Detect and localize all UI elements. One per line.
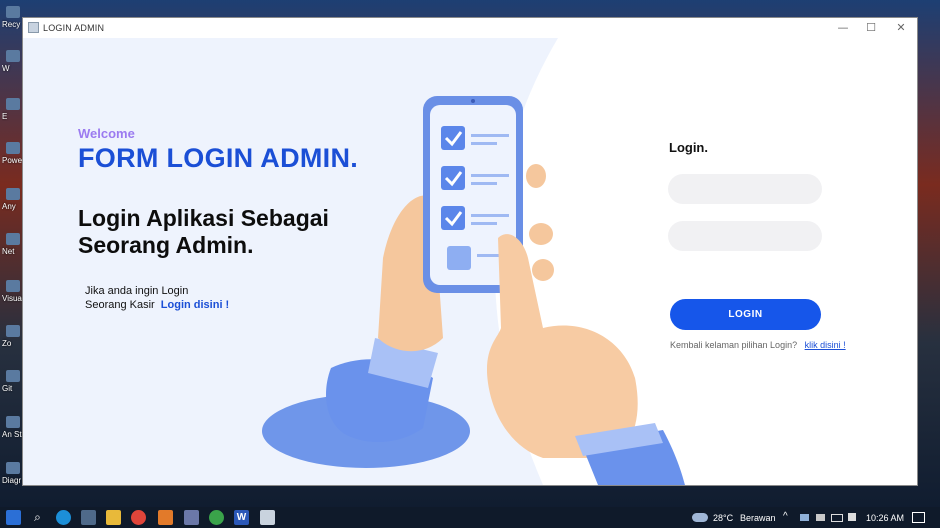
app-icon [6, 142, 20, 154]
window-title: LOGIN ADMIN [43, 23, 105, 33]
login-heading: Login. [669, 140, 708, 155]
recycle-bin-icon [6, 6, 20, 18]
maximize-button[interactable]: ☐ [857, 20, 885, 36]
kasir-line-2: Seorang Kasir Login disini ! [85, 298, 229, 312]
edge-icon[interactable] [56, 510, 71, 525]
chevron-up-icon[interactable]: ^ [783, 511, 788, 522]
desktop-icon-visual[interactable]: Visua C [2, 280, 24, 303]
password-input[interactable] [668, 221, 822, 251]
login-admin-window: LOGIN ADMIN — ☐ ✕ Welcome FORM LOGIN ADM… [23, 18, 917, 485]
desktop-icon-e[interactable]: E [2, 98, 24, 121]
clock[interactable]: 10:26 AM [866, 513, 904, 523]
app-icon[interactable] [184, 510, 199, 525]
java-app-icon [28, 22, 39, 33]
tray-app-icon[interactable] [800, 514, 809, 521]
form-title: FORM LOGIN ADMIN. [78, 143, 359, 173]
store-icon[interactable] [81, 510, 96, 525]
desktop-icon-git[interactable]: Git [2, 370, 24, 393]
volume-icon[interactable] [848, 513, 856, 521]
battery-icon[interactable] [831, 514, 843, 522]
subtitle: Login Aplikasi Sebagai Seorang Admin. [78, 205, 378, 259]
desktop-icon-an[interactable]: An St [2, 416, 24, 439]
kasir-line-2-text: Seorang Kasir [85, 299, 155, 311]
app-icon [6, 50, 20, 62]
kasir-login-link[interactable]: Login disini ! [161, 299, 229, 311]
xampp-icon[interactable] [158, 510, 173, 525]
file-explorer-icon[interactable] [106, 510, 121, 525]
desktop-icon-w[interactable]: W [2, 50, 24, 73]
app-icon [6, 233, 20, 245]
app-icon [6, 280, 20, 292]
username-input[interactable] [668, 174, 822, 204]
windows-start-icon[interactable] [6, 510, 21, 525]
app-icon [6, 462, 20, 474]
subtitle-line-2: Seorang Admin. [78, 232, 254, 258]
desktop-icon-diagr[interactable]: Diagr [2, 462, 24, 485]
kasir-login-prompt: Jika anda ingin Login Seorang Kasir Logi… [85, 284, 229, 312]
app-icon [6, 370, 20, 382]
kasir-line-1: Jika anda ingin Login [85, 285, 189, 297]
desktop-icon-recycle[interactable]: Recy [2, 6, 24, 29]
wifi-icon[interactable] [816, 514, 825, 521]
app-icon [6, 188, 20, 200]
app-icon [6, 416, 20, 428]
minimize-button[interactable]: — [829, 20, 857, 36]
chrome-icon-2[interactable] [209, 510, 224, 525]
word-icon[interactable]: W [234, 510, 249, 525]
close-button[interactable]: ✕ [887, 20, 915, 36]
taskbar: ⌕ W 28°C Berawan ^ 10:26 AM [0, 507, 940, 528]
right-hand [486, 234, 638, 458]
app-icon [6, 98, 20, 110]
weather-temp[interactable]: 28°C [713, 513, 733, 523]
desktop-icon-powe[interactable]: Powe [2, 142, 24, 165]
back-text: Kembali kelaman pilihan Login? [670, 340, 798, 350]
background-illustration [23, 38, 685, 485]
cloud-weather-icon [692, 513, 708, 522]
welcome-label: Welcome [78, 126, 135, 141]
back-to-login-choice: Kembali kelaman pilihan Login? klik disi… [670, 340, 846, 350]
app-icon [6, 325, 20, 337]
desktop-icon-zo[interactable]: Zo [2, 325, 24, 348]
weather-text[interactable]: Berawan [740, 513, 776, 523]
desktop-icon-net[interactable]: Net [2, 233, 24, 256]
window-titlebar[interactable]: LOGIN ADMIN — ☐ ✕ [23, 18, 917, 38]
login-button[interactable]: LOGIN [670, 299, 821, 330]
notification-icon[interactable] [912, 512, 925, 523]
subtitle-line-1: Login Aplikasi Sebagai [78, 205, 329, 231]
back-link[interactable]: klik disini ! [805, 340, 846, 350]
desktop-icon-any[interactable]: Any [2, 188, 24, 211]
chrome-icon[interactable] [131, 510, 146, 525]
java-app-taskbar-icon[interactable] [260, 510, 275, 525]
window-content: Welcome FORM LOGIN ADMIN. Login Aplikasi… [23, 38, 917, 485]
search-icon[interactable]: ⌕ [30, 510, 45, 525]
